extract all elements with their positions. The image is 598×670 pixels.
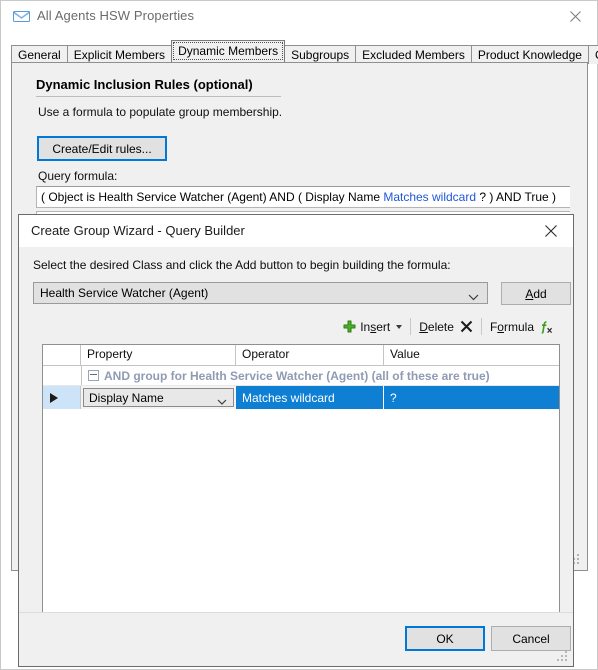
property-select[interactable]: Display Name	[83, 388, 234, 407]
dialog-titlebar: Create Group Wizard - Query Builder	[19, 215, 573, 247]
insert-label: Insert	[360, 319, 391, 334]
grid-group-gutter	[43, 366, 82, 385]
mail-envelope-icon	[13, 9, 30, 23]
formula-highlight: Matches wildcard	[383, 190, 477, 204]
query-grid[interactable]: Property Operator Value AND group for He…	[42, 344, 560, 634]
property-select-value: Display Name	[89, 390, 164, 405]
class-select-value: Health Service Watcher (Agent)	[40, 286, 209, 300]
query-formula-label: Query formula:	[38, 169, 118, 183]
query-formula-field[interactable]: ( Object is Health Service Watcher (Agen…	[36, 186, 584, 208]
add-button[interactable]: Add	[501, 282, 571, 305]
black-x-icon	[460, 320, 473, 333]
dialog-body: Select the desired Class and click the A…	[19, 247, 573, 634]
cell-value[interactable]: ?	[384, 386, 559, 409]
window-close-button[interactable]	[553, 1, 597, 32]
row-selector-cell[interactable]	[43, 386, 81, 409]
dialog-instruction: Select the desired Class and click the A…	[33, 258, 451, 272]
cancel-button-label: Cancel	[512, 631, 550, 646]
formula-button[interactable]: Formula	[485, 316, 559, 338]
collapse-expander-icon[interactable]	[88, 370, 99, 381]
tab-overrides[interactable]: Overrides	[587, 45, 598, 64]
screen: All Agents HSW Properties General Explic…	[0, 0, 598, 670]
grid-header-operator[interactable]: Operator	[236, 345, 384, 365]
toolbar-separator	[480, 318, 482, 335]
grid-toolbar: Insert Delete Formula	[33, 313, 559, 340]
chevron-down-icon	[468, 290, 479, 304]
cell-property[interactable]: Display Name	[81, 386, 236, 409]
grid-header-property[interactable]: Property	[81, 345, 236, 365]
section-divider	[36, 96, 281, 97]
create-edit-rules-button[interactable]: Create/Edit rules...	[37, 136, 167, 161]
tab-strip: General Explicit Members Dynamic Members…	[11, 40, 598, 64]
grid-group-text-wrap: AND group for Health Service Watcher (Ag…	[82, 369, 490, 383]
chevron-down-icon	[217, 394, 227, 408]
green-plus-icon	[343, 320, 356, 333]
formula-suffix: ? ) AND True )	[476, 190, 557, 204]
grid-empty-area	[43, 409, 559, 633]
formula-prefix: ( Object is Health Service Watcher (Agen…	[41, 190, 384, 204]
query-builder-dialog: Create Group Wizard - Query Builder Sele…	[18, 214, 574, 667]
grid-header-row: Property Operator Value	[43, 345, 559, 366]
cell-value-text: ?	[390, 390, 397, 405]
table-row[interactable]: Display Name Matches wildcard ?	[43, 386, 559, 409]
chevron-down-icon	[396, 324, 403, 329]
cell-operator[interactable]: Matches wildcard	[236, 386, 384, 409]
close-icon	[545, 225, 557, 237]
tab-dynamic-members[interactable]: Dynamic Members	[171, 40, 286, 62]
row-selector-arrow-icon	[50, 392, 58, 403]
grid-header-value[interactable]: Value	[384, 345, 559, 365]
formula-label: Formula	[489, 319, 534, 334]
window-title: All Agents HSW Properties	[37, 8, 195, 23]
grid-group-row[interactable]: AND group for Health Service Watcher (Ag…	[43, 366, 559, 386]
ok-button-label: OK	[436, 631, 454, 646]
grid-header-selector	[43, 345, 81, 365]
insert-button[interactable]: Insert	[338, 316, 407, 338]
section-title: Dynamic Inclusion Rules (optional)	[36, 77, 253, 92]
toolbar-separator	[410, 318, 412, 335]
add-button-label: Add	[525, 286, 547, 301]
create-edit-rules-label: Create/Edit rules...	[52, 141, 152, 156]
window-titlebar: All Agents HSW Properties	[1, 1, 597, 32]
ok-button[interactable]: OK	[405, 626, 485, 651]
dialog-close-button[interactable]	[529, 215, 573, 247]
green-fx-icon	[539, 320, 554, 334]
dialog-title: Create Group Wizard - Query Builder	[31, 223, 245, 238]
grid-group-label: AND group for Health Service Watcher (Ag…	[104, 368, 490, 383]
dialog-footer: OK Cancel	[19, 612, 573, 666]
delete-label: Delete	[419, 319, 454, 334]
close-icon	[569, 11, 581, 22]
delete-button[interactable]: Delete	[414, 316, 478, 338]
resize-grip-icon	[557, 651, 568, 662]
class-select[interactable]: Health Service Watcher (Agent)	[33, 282, 488, 304]
cancel-button[interactable]: Cancel	[491, 626, 571, 651]
cell-operator-text: Matches wildcard	[242, 390, 335, 405]
section-subtitle: Use a formula to populate group membersh…	[38, 105, 283, 119]
